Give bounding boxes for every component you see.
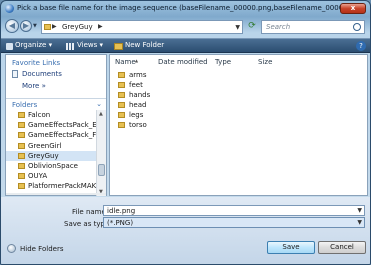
views-button[interactable]: Views ▾ bbox=[77, 41, 103, 49]
new-folder-icon bbox=[114, 43, 123, 50]
file-list: Name ▲ Date modified Type Size arms feet… bbox=[109, 54, 368, 196]
save-button[interactable]: Save bbox=[267, 241, 315, 254]
chevron-down-icon[interactable]: ▼ bbox=[235, 24, 240, 31]
scroll-up-icon[interactable]: ▲ bbox=[99, 111, 103, 117]
file-item-label: arms bbox=[129, 71, 147, 79]
chevron-down-icon[interactable]: ▼ bbox=[357, 219, 362, 226]
save-form: File name: idle.png ▼ Save as type: (*.P… bbox=[1, 197, 370, 264]
tree-item-greengirl[interactable]: GreenGirl bbox=[6, 141, 97, 151]
new-folder-button[interactable]: New Folder bbox=[125, 41, 164, 49]
folder-icon bbox=[18, 152, 25, 159]
app-icon bbox=[5, 4, 14, 13]
hide-folders-label: Hide Folders bbox=[20, 245, 64, 253]
folder-icon bbox=[18, 132, 25, 139]
file-item-label: hands bbox=[129, 91, 151, 99]
tree-item-falcon[interactable]: Falcon bbox=[6, 110, 97, 120]
column-header-size[interactable]: Size bbox=[258, 58, 272, 66]
search-placeholder: Search bbox=[266, 23, 291, 31]
column-header-name[interactable]: Name ▲ bbox=[115, 58, 139, 66]
folder-icon bbox=[118, 72, 125, 78]
tree-item-oblivionspace[interactable]: OblivionSpace bbox=[6, 161, 97, 171]
window-title: Pick a base file name for the image sequ… bbox=[17, 4, 366, 12]
chevron-down-icon[interactable]: ▼ bbox=[357, 207, 362, 214]
navigation-pane: Favorite Links Documents More » Folders … bbox=[5, 54, 107, 196]
tree-item-gameeffectspack-esse[interactable]: GameEffectsPack_Esse bbox=[6, 120, 97, 130]
file-name-value: idle.png bbox=[107, 207, 136, 215]
back-button[interactable]: ◀ bbox=[5, 19, 19, 33]
favorite-links-heading: Favorite Links bbox=[12, 59, 61, 67]
folder-icon bbox=[118, 112, 125, 118]
file-item-label: torso bbox=[129, 121, 147, 129]
command-toolbar: Organize ▾ Views ▾ New Folder ? bbox=[1, 38, 370, 53]
folder-icon bbox=[18, 173, 25, 180]
column-header-date-modified[interactable]: Date modified bbox=[158, 58, 208, 66]
views-icon bbox=[66, 43, 75, 50]
tree-item-label: Falcon bbox=[28, 111, 51, 119]
folder-tree-scrollbar[interactable]: ▲ ▼ bbox=[96, 110, 106, 196]
title-bar[interactable]: Pick a base file name for the image sequ… bbox=[1, 1, 370, 16]
tree-item-label: GameEffectsPack_Esse bbox=[28, 121, 97, 130]
address-bar[interactable]: ▶ GreyGuy ▶ ▼ bbox=[41, 20, 243, 34]
close-button[interactable]: x bbox=[340, 3, 366, 14]
tree-item-label: GameEffectsPack_FULL bbox=[28, 131, 97, 140]
refresh-icon[interactable]: ⟳ bbox=[245, 20, 259, 34]
chevron-up-icon bbox=[7, 244, 16, 253]
search-box[interactable]: Search bbox=[261, 20, 365, 34]
pane-bottom-edge bbox=[6, 193, 106, 195]
breadcrumb-greyguy[interactable]: GreyGuy bbox=[62, 23, 93, 31]
folders-header[interactable]: Folders ⌄ bbox=[6, 98, 106, 110]
save-as-type-value: (*.PNG) bbox=[107, 219, 134, 227]
file-item-label: head bbox=[129, 101, 147, 109]
folder-icon bbox=[18, 122, 25, 129]
file-name-input[interactable]: idle.png ▼ bbox=[103, 205, 365, 216]
column-header-type[interactable]: Type bbox=[215, 58, 231, 66]
folder-icon bbox=[18, 112, 25, 118]
tree-item-platformerpackmake[interactable]: PlatformerPackMAKE I bbox=[6, 181, 97, 191]
folder-icon bbox=[18, 183, 25, 190]
folder-icon bbox=[118, 122, 125, 128]
forward-button[interactable]: ▶ bbox=[20, 20, 32, 32]
chevron-down-icon[interactable]: ⌄ bbox=[96, 100, 102, 108]
sort-ascending-icon: ▲ bbox=[135, 58, 139, 63]
tree-item-gameeffectspack-full[interactable]: GameEffectsPack_FULL bbox=[6, 130, 97, 140]
organize-icon bbox=[6, 43, 13, 50]
organize-button[interactable]: Organize ▾ bbox=[15, 41, 52, 49]
tree-item-label: GreyGuy bbox=[28, 151, 59, 160]
folder-tree: Falcon GameEffectsPack_Esse GameEffectsP… bbox=[6, 110, 97, 196]
folder-icon bbox=[44, 24, 51, 30]
help-icon[interactable]: ? bbox=[356, 41, 366, 51]
tree-item-label: GreenGirl bbox=[28, 141, 62, 150]
scrollbar-thumb[interactable] bbox=[98, 164, 105, 176]
column-header-label: Name bbox=[115, 58, 136, 66]
save-as-type-select[interactable]: (*.PNG) ▼ bbox=[103, 217, 365, 228]
chevron-right-icon[interactable]: ▶ bbox=[52, 23, 57, 30]
tree-item-label: OUYA bbox=[28, 172, 48, 181]
tree-item-greyguy[interactable]: GreyGuy bbox=[6, 150, 97, 161]
more-links-button[interactable]: More » bbox=[22, 82, 46, 90]
document-icon bbox=[12, 70, 18, 78]
folder-icon bbox=[118, 82, 125, 88]
tree-item-label: PlatformerPackMAKE I bbox=[28, 182, 97, 191]
recent-pages-dropdown-icon[interactable]: ▼ bbox=[33, 23, 37, 29]
chevron-right-icon[interactable]: ▶ bbox=[98, 23, 103, 30]
tree-item-ouya[interactable]: OUYA bbox=[6, 171, 97, 181]
folders-heading: Folders bbox=[12, 101, 38, 109]
folder-icon bbox=[118, 92, 125, 98]
folder-icon bbox=[118, 102, 125, 108]
tree-item-label: OblivionSpace bbox=[28, 161, 78, 170]
favorite-link-label: Documents bbox=[22, 70, 62, 78]
cancel-button[interactable]: Cancel bbox=[318, 241, 366, 254]
file-item-label: legs bbox=[129, 111, 144, 119]
file-item-label: feet bbox=[129, 81, 143, 89]
folder-icon bbox=[18, 162, 25, 169]
folder-icon bbox=[18, 142, 25, 149]
navigation-bar: ◀ ▶ ▼ ▶ GreyGuy ▶ ▼ ⟳ Search bbox=[1, 16, 370, 38]
search-icon[interactable] bbox=[353, 23, 361, 31]
save-dialog-window: Pick a base file name for the image sequ… bbox=[0, 0, 371, 265]
